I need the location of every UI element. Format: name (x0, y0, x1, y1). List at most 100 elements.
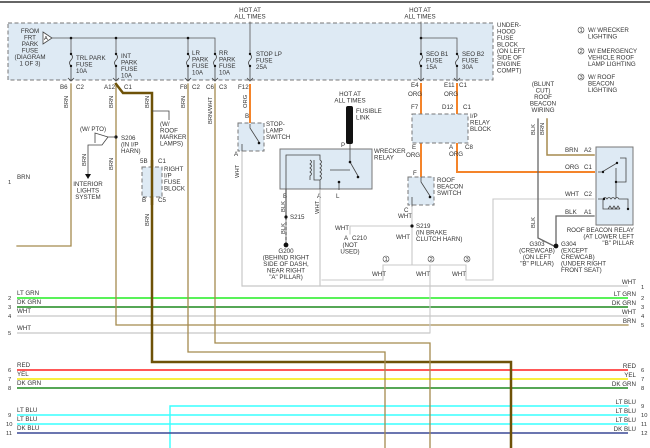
svg-text:W/ ROOFBEACONLIGHTING: W/ ROOF BEACON LIGHTING (588, 74, 617, 94)
svg-text:DK GRN: DK GRN (17, 299, 41, 306)
svg-text:WHT: WHT (622, 309, 636, 316)
svg-text:BRN: BRN (145, 214, 151, 226)
svg-text:HOT ATALL TIMES: HOT AT ALL TIMES (404, 7, 435, 21)
svg-text:C8: C8 (465, 144, 473, 151)
svg-text:C3: C3 (219, 84, 227, 91)
svg-text:ORG: ORG (565, 164, 579, 171)
hot-at-all-times-seo: HOT AT ALL TIMES (404, 7, 435, 21)
svg-text:ORG: ORG (444, 91, 458, 98)
s206-label: S206 (IN I/P HARN) (121, 135, 141, 155)
svg-text:P: P (341, 142, 345, 149)
svg-text:9: 9 (8, 413, 11, 419)
svg-text:10: 10 (6, 422, 12, 428)
svg-text:5: 5 (641, 323, 644, 329)
interior-lights-system: INTERIOR LIGHTS SYSTEM (73, 181, 103, 201)
roof-beacon-relay-label: ROOF BEACON RELAY (AT LOWER LEFT "B" PILLA… (567, 227, 635, 247)
svg-text:C2: C2 (584, 191, 592, 198)
svg-text:E11: E11 (444, 82, 455, 89)
svg-text:YEL: YEL (17, 371, 29, 378)
svg-text:DK GRN: DK GRN (17, 380, 41, 387)
svg-text:ORG: ORG (408, 91, 422, 98)
svg-text:HOT ATALL TIMES: HOT AT ALL TIMES (234, 7, 265, 21)
svg-text:LT BLU: LT BLU (17, 407, 37, 414)
svg-text:C2: C2 (192, 84, 200, 91)
svg-text:1: 1 (580, 28, 583, 34)
svg-text:6: 6 (8, 368, 11, 374)
svg-text:2: 2 (641, 296, 644, 302)
g304-label: G304 (EXCEPT CREWCAB) (UNDER RIGHT FRONT SEA… (561, 241, 606, 274)
fusible-link (346, 106, 353, 144)
svg-text:11: 11 (6, 431, 12, 437)
svg-text:C210: C210 (352, 235, 367, 242)
roof-beacon-relay[interactable] (595, 146, 634, 226)
svg-text:ROOFBEACONSWITCH: ROOF BEACON SWITCH (437, 177, 463, 197)
g200-ground-icon (283, 242, 289, 248)
svg-text:BLK: BLK (531, 124, 537, 135)
svg-text:ORG: ORG (449, 151, 463, 158)
svg-text:C1: C1 (124, 84, 132, 91)
svg-text:DK BLU: DK BLU (17, 425, 39, 432)
svg-text:B6: B6 (60, 84, 68, 91)
svg-text:L: L (336, 193, 340, 200)
svg-text:WRECKERRELAY: WRECKER RELAY (374, 148, 406, 162)
svg-text:2: 2 (580, 49, 583, 55)
svg-text:8: 8 (8, 386, 11, 392)
svg-text:WHT: WHT (416, 271, 430, 278)
svg-text:DK GRN: DK GRN (612, 300, 636, 307)
svg-text:3: 3 (466, 257, 469, 263)
svg-text:WHT: WHT (335, 225, 349, 232)
svg-text:4: 4 (8, 314, 12, 320)
triangle-label: A (44, 36, 48, 42)
svg-text:1: 1 (385, 257, 388, 263)
svg-text:3: 3 (8, 305, 11, 311)
svg-text:WHT: WHT (452, 271, 466, 278)
svg-text:LT BLU: LT BLU (616, 399, 636, 406)
svg-text:WHT: WHT (622, 279, 636, 286)
svg-text:C1: C1 (459, 82, 467, 89)
svg-text:7: 7 (641, 377, 644, 383)
svg-text:C1: C1 (584, 164, 592, 171)
bus-wires (17, 285, 629, 448)
svg-text:LT GRN: LT GRN (17, 290, 39, 297)
svg-text:BRN: BRN (109, 96, 115, 108)
svg-text:1: 1 (8, 180, 11, 186)
svg-text:BRN: BRN (181, 96, 187, 108)
svg-text:12: 12 (641, 431, 647, 437)
s215-label: S215 (290, 214, 305, 221)
svg-text:STOP-LAMPSWITCH: STOP-LAMP SWITCH (266, 121, 290, 141)
svg-text:F12: F12 (238, 84, 249, 91)
svg-text:BRN: BRN (82, 154, 88, 166)
svg-text:7: 7 (8, 377, 11, 383)
roof-beacon-relay-pin-labels: BRN A2 ORG C1 WHT C2 BLK A1 (565, 147, 592, 216)
svg-text:6: 6 (641, 368, 644, 374)
svg-text:ORG: ORG (243, 94, 249, 108)
svg-text:10: 10 (641, 413, 647, 419)
svg-text:BRN: BRN (64, 96, 70, 108)
roof-marker-lamps-label: (W/ROOF MARKER LAMPS) (160, 121, 187, 148)
w-pto-label: (W/ PTO) (80, 126, 106, 133)
svg-text:BRN: BRN (565, 147, 578, 154)
svg-text:WHT: WHT (398, 213, 412, 220)
svg-text:BRN: BRN (623, 318, 636, 325)
svg-text:A: A (234, 151, 239, 158)
svg-text:LT BLU: LT BLU (17, 416, 37, 423)
svg-text:3: 3 (641, 305, 644, 311)
svg-text:BRN: BRN (540, 123, 546, 135)
legend: 1 W/ WRECKER LIGHTING 2 W/ EMERGENCY VEHIC… (577, 26, 637, 94)
svg-text:F8: F8 (180, 84, 188, 91)
svg-text:BRN: BRN (109, 158, 115, 170)
svg-text:(NOTUSED): (NOT USED) (340, 242, 359, 256)
svg-text:LT GRN: LT GRN (614, 291, 636, 298)
svg-text:C1: C1 (463, 104, 471, 111)
g200-label: G200 (BEHIND RIGHT SIDE OF DASH, NEAR RIGHT… (263, 248, 310, 281)
svg-text:DK GRN: DK GRN (612, 381, 636, 388)
svg-text:WHT: WHT (396, 234, 410, 241)
g303-label: G303 (CREWCAB) (ON LEFT "B" PILLAR) (519, 241, 555, 268)
svg-text:S219(IN BRAKECLUTCH HARN): S219 (IN BRAKE CLUTCH HARN) (416, 223, 462, 243)
svg-text:ROOF BEACON RELAY(AT LOWER LEF: ROOF BEACON RELAY (AT LOWER LEFT "B" PILLA… (567, 227, 635, 247)
svg-text:D12: D12 (442, 104, 454, 111)
svg-text:LT BLU: LT BLU (616, 408, 636, 415)
svg-text:RIGHTI/PFUSEBLOCK: RIGHT I/P FUSE BLOCK (164, 166, 186, 193)
svg-text:A1: A1 (584, 209, 592, 216)
svg-text:W/ EMERGENCYVEHICLE ROOFLAMP L: W/ EMERGENCY VEHICLE ROOF LAMP LIGHTING (588, 48, 637, 68)
